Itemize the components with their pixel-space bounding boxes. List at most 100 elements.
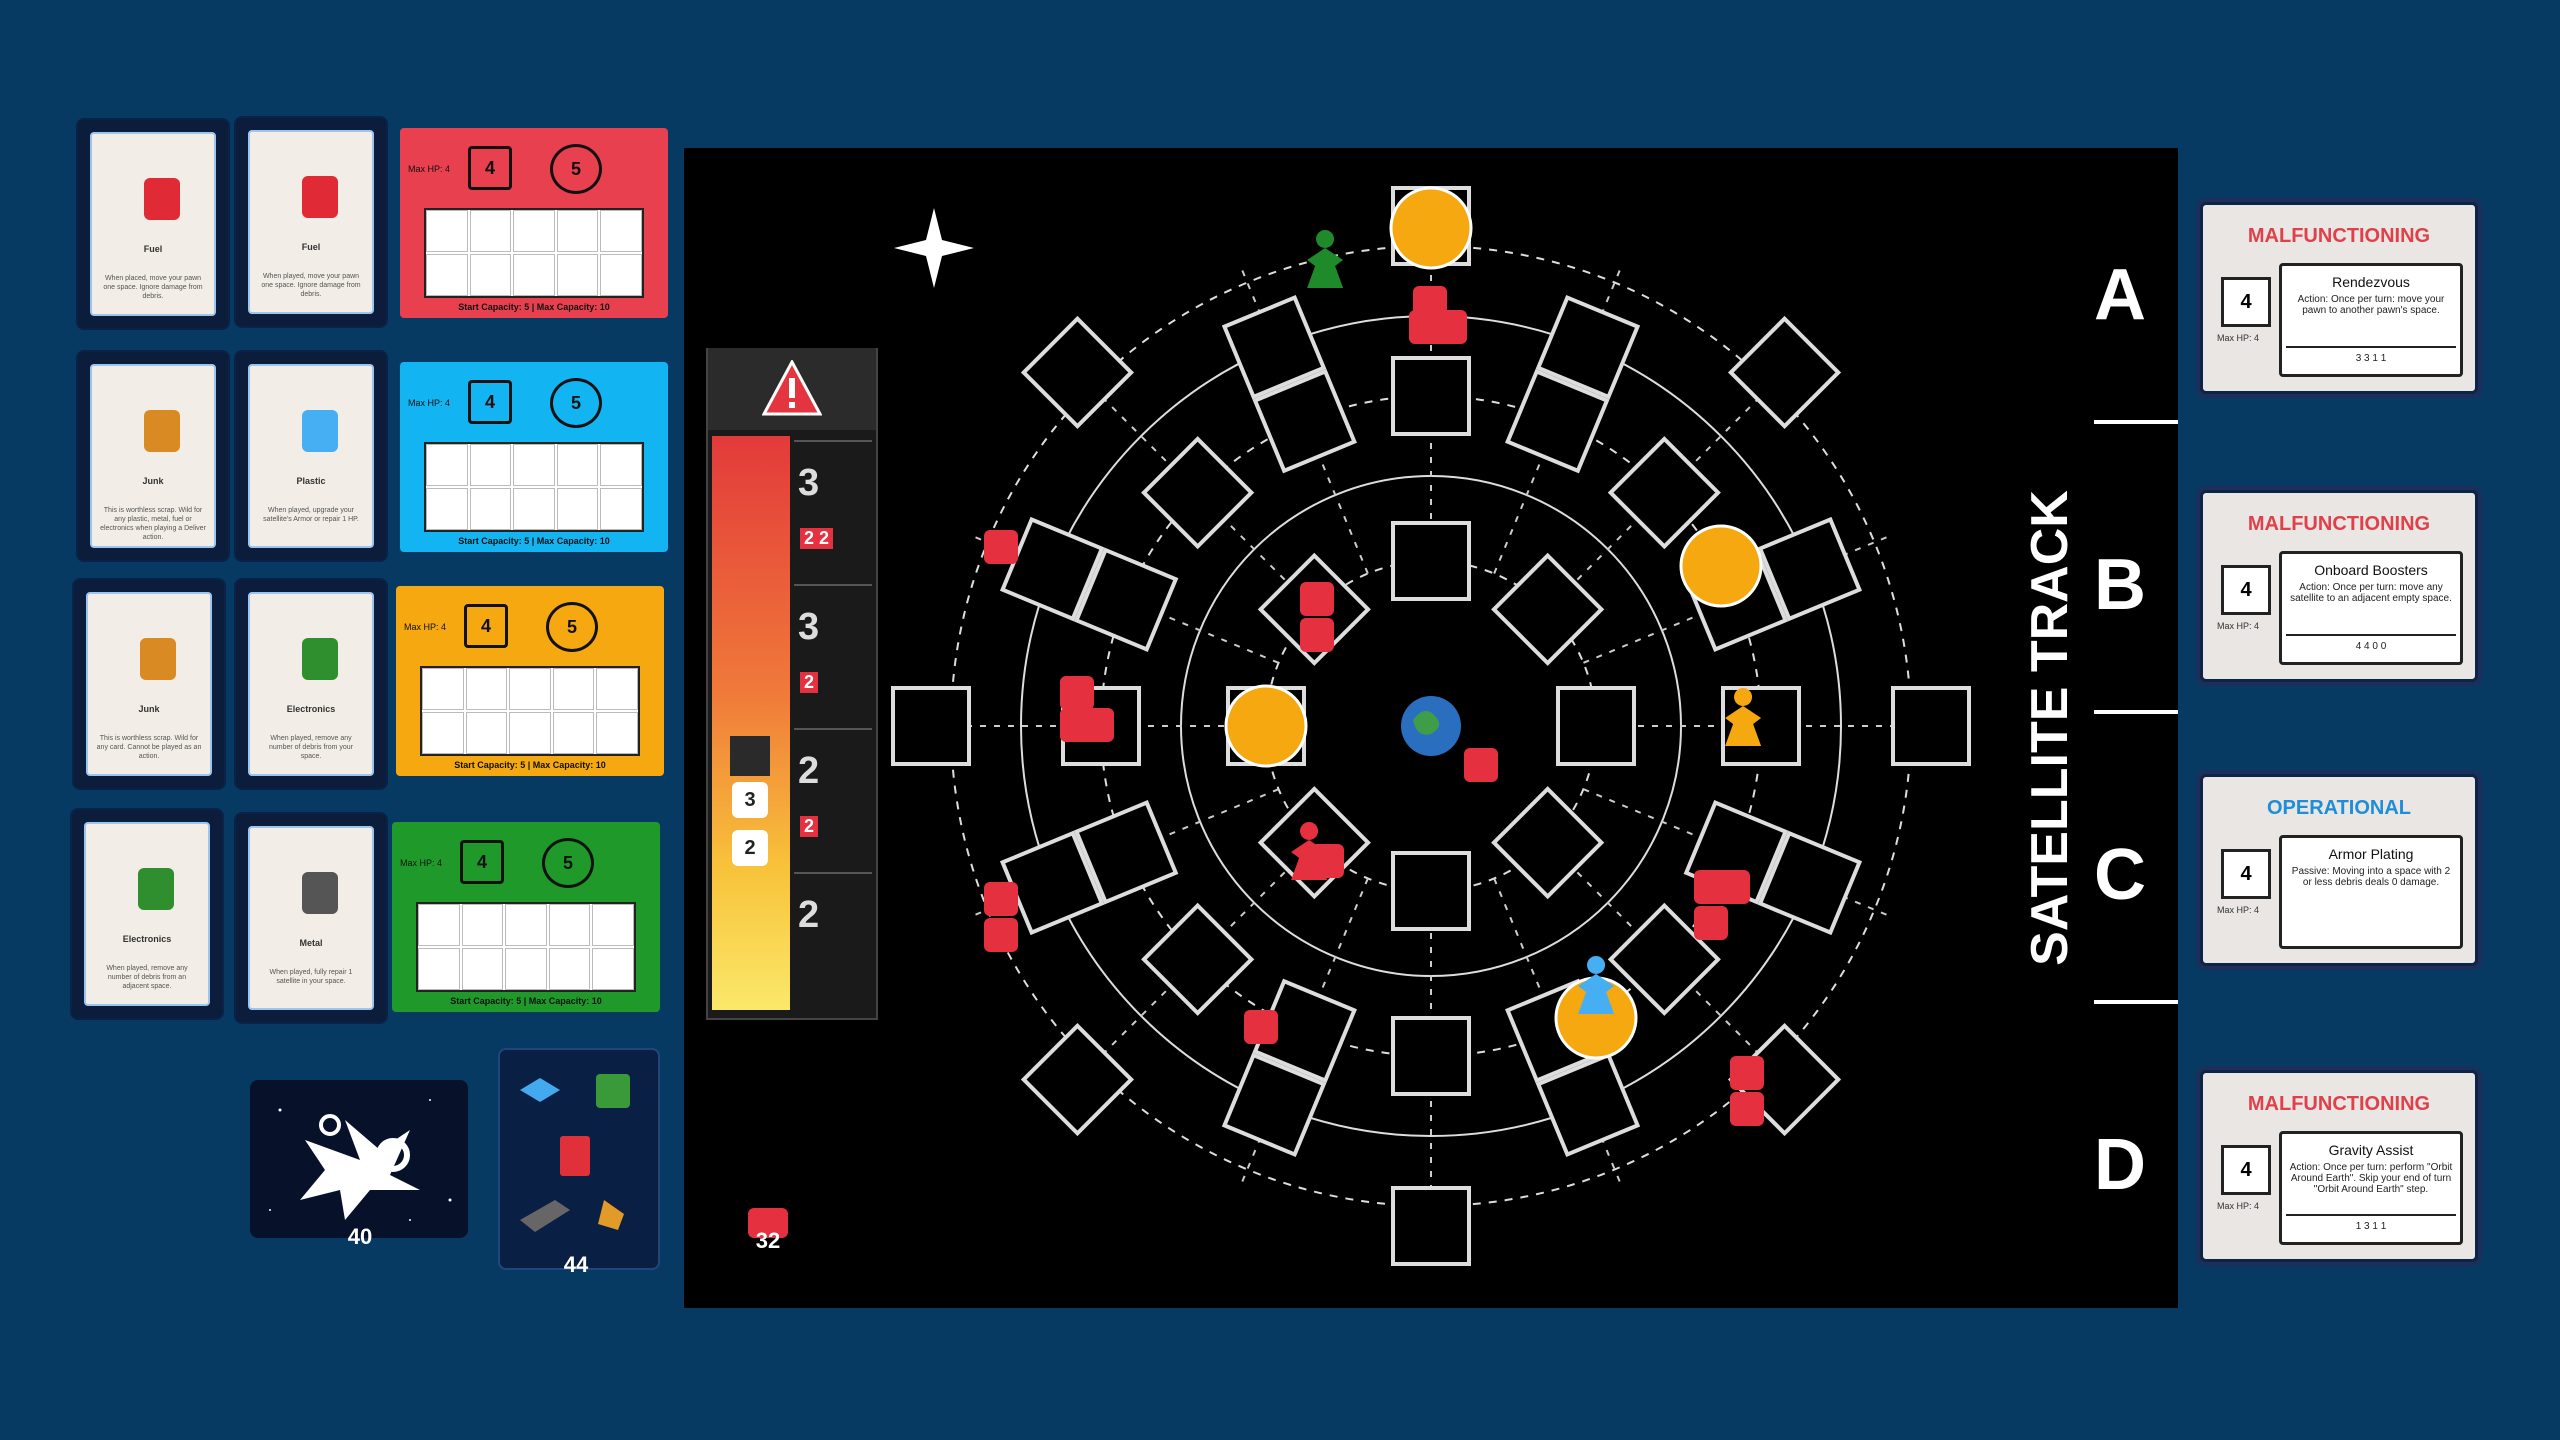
card-title: Metal: [299, 938, 323, 948]
satellite-status: MALFUNCTIONING: [2247, 513, 2431, 535]
metal-ingot-icon: [302, 872, 338, 914]
debris-cube: [1300, 582, 1334, 616]
armor-value: 4: [460, 840, 504, 884]
satellite-token[interactable]: [1679, 524, 1763, 608]
card-face: Plastic When played, upgrade your satell…: [248, 364, 374, 548]
cargo-slot: [465, 712, 508, 754]
threat-row: 2 2: [794, 728, 872, 870]
ability-name: Gravity Assist: [2328, 1142, 2414, 1158]
cargo-slot: [548, 904, 591, 946]
card-text: When placed, move your pawn one space. I…: [103, 275, 203, 300]
threat-track: 3 2 23 22 22 32: [706, 348, 878, 1020]
cargo-slot: [422, 668, 464, 710]
satellite-hp-label: Max HP: 4: [2217, 621, 2260, 631]
card-title: Electronics: [286, 704, 336, 714]
cargo-slot: [513, 444, 555, 486]
orbit-space[interactable]: [1391, 356, 1471, 436]
repair-cost: 4 4 0 0: [2286, 634, 2456, 658]
cargo-slot: [556, 210, 599, 252]
player-board: Max HP: 4 4 5 Start Capacity: 5 | Max Ca…: [396, 586, 664, 776]
warning-icon: [762, 360, 822, 416]
resource-card[interactable]: Electronics When played, remove any numb…: [236, 580, 386, 788]
debris-explosion-icon: [269, 1099, 452, 1221]
track-letter: C: [2094, 835, 2146, 915]
satellite-card[interactable]: OPERATIONAL 4 Max HP: 4 Armor Plating Pa…: [2200, 774, 2478, 966]
cargo-slot: [505, 948, 547, 990]
card-title: Electronics: [122, 934, 172, 944]
orbit-space[interactable]: [1491, 552, 1605, 666]
orbit-space[interactable]: [1141, 436, 1255, 550]
cargo-slot: [465, 668, 508, 710]
resource-deck-icons: [520, 1074, 630, 1232]
cargo-slot: [552, 668, 595, 710]
satellite-card[interactable]: MALFUNCTIONING 4 Max HP: 4 Rendezvous Ac…: [2200, 202, 2478, 394]
max-hp-label: Max HP: 4: [400, 858, 443, 868]
cargo-slot: [513, 254, 555, 296]
card-text: When played, upgrade your satellite's Ar…: [263, 507, 359, 523]
cargo-grid: [424, 208, 644, 298]
chip-icon: [138, 868, 174, 910]
orbit-space[interactable]: [1491, 786, 1605, 900]
orbit-space[interactable]: [1891, 686, 1971, 766]
debris-event-deck[interactable]: [250, 1080, 468, 1238]
resource-card[interactable]: Junk This is worthless scrap. Wild for a…: [78, 352, 228, 560]
cargo-slot: [426, 444, 468, 486]
orbit-space[interactable]: [1257, 786, 1371, 900]
satellite-hp: 4: [2221, 277, 2271, 327]
orbit-space[interactable]: [1556, 686, 1636, 766]
card-title: Fuel: [301, 242, 321, 252]
orbit-space[interactable]: [1391, 521, 1471, 601]
card-face: Metal When played, fully repair 1 satell…: [248, 826, 374, 1010]
cargo-slot: [513, 488, 555, 530]
player-pawn[interactable]: [1307, 230, 1344, 288]
ability-name: Onboard Boosters: [2314, 562, 2428, 578]
orbit-space[interactable]: [1141, 902, 1255, 1016]
shield-value: 5: [550, 144, 602, 194]
resource-card[interactable]: Junk This is worthless scrap. Wild for a…: [74, 580, 224, 788]
orbit-space[interactable]: [1391, 851, 1471, 931]
cargo-grid: [416, 902, 636, 992]
satellite-hp: 4: [2221, 1145, 2271, 1195]
resource-deck[interactable]: [498, 1048, 660, 1270]
cargo-grid: [424, 442, 644, 532]
cargo-slot: [469, 488, 512, 530]
satellite-ability-box: Armor Plating Passive: Moving into a spa…: [2279, 835, 2463, 949]
cargo-slot: [426, 254, 468, 296]
cargo-slot: [426, 488, 468, 530]
satellite-card[interactable]: MALFUNCTIONING 4 Max HP: 4 Onboard Boost…: [2200, 490, 2478, 682]
card-text: When played, remove any number of debris…: [106, 965, 188, 990]
orbit-space[interactable]: [1391, 1016, 1471, 1096]
cargo-slot: [461, 904, 504, 946]
card-face: Fuel When placed, move your pawn one spa…: [90, 132, 216, 316]
threat-marker: 3: [732, 782, 768, 818]
satellite-token[interactable]: [1389, 186, 1473, 270]
cargo-slot: [505, 904, 547, 946]
satellite-ability-box: Gravity Assist Action: Once per turn: pe…: [2279, 1131, 2463, 1245]
ability-desc: Action: Once per turn: perform "Orbit Ar…: [2289, 1162, 2453, 1195]
cargo-slot: [592, 904, 634, 946]
threat-row: 3 2: [794, 584, 872, 726]
threat-marker-warning: [730, 736, 770, 776]
satellite-status: OPERATIONAL: [2266, 797, 2412, 819]
threat-number: 2: [798, 750, 820, 792]
debris-cube: [1060, 676, 1094, 710]
orbit-space[interactable]: [1391, 1186, 1471, 1266]
track-divider: [2094, 1000, 2178, 1004]
cargo-slot: [513, 210, 555, 252]
card-face: Junk This is worthless scrap. Wild for a…: [90, 364, 216, 548]
threat-number: 3: [798, 462, 820, 504]
star-compass-icon: [894, 208, 974, 288]
resource-card[interactable]: Electronics When played, remove any numb…: [72, 810, 222, 1018]
resource-card[interactable]: Fuel When placed, move your pawn one spa…: [78, 120, 228, 328]
debris-cube: [984, 882, 1018, 916]
resource-card[interactable]: Metal When played, fully repair 1 satell…: [236, 814, 386, 1022]
orbit-space[interactable]: [891, 686, 971, 766]
resource-card[interactable]: Plastic When played, upgrade your satell…: [236, 352, 386, 560]
player-pawn[interactable]: [1578, 956, 1615, 1014]
resource-card[interactable]: Fuel When played, move your pawn one spa…: [236, 118, 386, 326]
satellite-card[interactable]: MALFUNCTIONING 4 Max HP: 4 Gravity Assis…: [2200, 1070, 2478, 1262]
debris-cube: [1730, 1056, 1764, 1090]
satellite-token[interactable]: [1224, 684, 1308, 768]
card-text: When played, fully repair 1 satellite in…: [269, 969, 353, 985]
ability-desc: Action: Once per turn: move any satellit…: [2290, 582, 2452, 604]
